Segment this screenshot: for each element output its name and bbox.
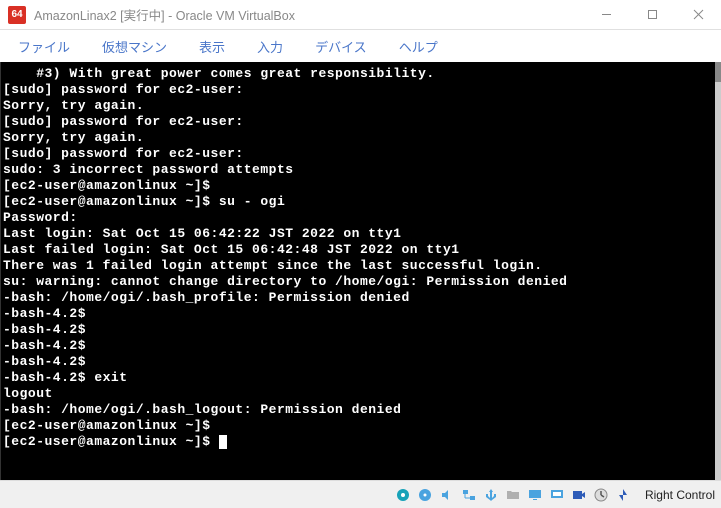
terminal-line: -bash-4.2$ exit (3, 370, 715, 386)
audio-icon[interactable] (438, 486, 456, 504)
terminal-line: Sorry, try again. (3, 130, 715, 146)
close-button[interactable] (675, 0, 721, 29)
menu-view[interactable]: 表示 (185, 33, 239, 60)
terminal-line: sudo: 3 incorrect password attempts (3, 162, 715, 178)
terminal-line: Sorry, try again. (3, 98, 715, 114)
terminal-line: -bash-4.2$ (3, 338, 715, 354)
menu-input[interactable]: 入力 (243, 33, 297, 60)
terminal-line: [sudo] password for ec2-user: (3, 114, 715, 130)
terminal-line: Last failed login: Sat Oct 15 06:42:48 J… (3, 242, 715, 258)
terminal-line: [sudo] password for ec2-user: (3, 82, 715, 98)
terminal-line: #3) With great power comes great respons… (3, 66, 715, 82)
recording-icon[interactable] (570, 486, 588, 504)
terminal-line: -bash: /home/ogi/.bash_logout: Permissio… (3, 402, 715, 418)
window-title: AmazonLinax2 [実行中] - Oracle VM VirtualBo… (34, 5, 583, 24)
display2-icon[interactable] (548, 486, 566, 504)
hdd-icon[interactable] (394, 486, 412, 504)
cpu-icon[interactable] (592, 486, 610, 504)
terminal-line: [ec2-user@amazonlinux ~]$ su - ogi (3, 194, 715, 210)
usb-icon[interactable] (482, 486, 500, 504)
folder-icon[interactable] (504, 486, 522, 504)
network-icon[interactable] (460, 486, 478, 504)
terminal-line: [ec2-user@amazonlinux ~]$ (3, 178, 715, 194)
scrollbar-thumb[interactable] (715, 62, 721, 82)
menu-help[interactable]: ヘルプ (385, 33, 452, 60)
statusbar: Right Control (0, 480, 721, 508)
minimize-button[interactable] (583, 0, 629, 29)
terminal-line: [ec2-user@amazonlinux ~]$ (3, 434, 715, 450)
disc-icon[interactable] (416, 486, 434, 504)
menu-devices[interactable]: デバイス (301, 33, 381, 60)
terminal-line: -bash: /home/ogi/.bash_profile: Permissi… (3, 290, 715, 306)
titlebar: 64 AmazonLinax2 [実行中] - Oracle VM Virtua… (0, 0, 721, 30)
terminal-line: su: warning: cannot change directory to … (3, 274, 715, 290)
terminal-line: logout (3, 386, 715, 402)
host-key-label: Right Control (641, 488, 715, 502)
menubar: ファイル 仮想マシン 表示 入力 デバイス ヘルプ (0, 30, 721, 62)
maximize-button[interactable] (629, 0, 675, 29)
terminal-line: -bash-4.2$ (3, 306, 715, 322)
terminal-line: There was 1 failed login attempt since t… (3, 258, 715, 274)
window-controls (583, 0, 721, 29)
keyboard-icon[interactable] (614, 486, 632, 504)
terminal-line: Password: (3, 210, 715, 226)
terminal-line: -bash-4.2$ (3, 354, 715, 370)
app-icon: 64 (8, 6, 26, 24)
terminal-pane[interactable]: #3) With great power comes great respons… (0, 62, 721, 480)
terminal-line: [sudo] password for ec2-user: (3, 146, 715, 162)
terminal-line: Last login: Sat Oct 15 06:42:22 JST 2022… (3, 226, 715, 242)
menu-file[interactable]: ファイル (4, 33, 84, 60)
display-icon[interactable] (526, 486, 544, 504)
scrollbar-track[interactable] (715, 62, 721, 480)
terminal-line: [ec2-user@amazonlinux ~]$ (3, 418, 715, 434)
menu-machine[interactable]: 仮想マシン (88, 33, 181, 60)
terminal-line: -bash-4.2$ (3, 322, 715, 338)
terminal-cursor (219, 435, 227, 449)
